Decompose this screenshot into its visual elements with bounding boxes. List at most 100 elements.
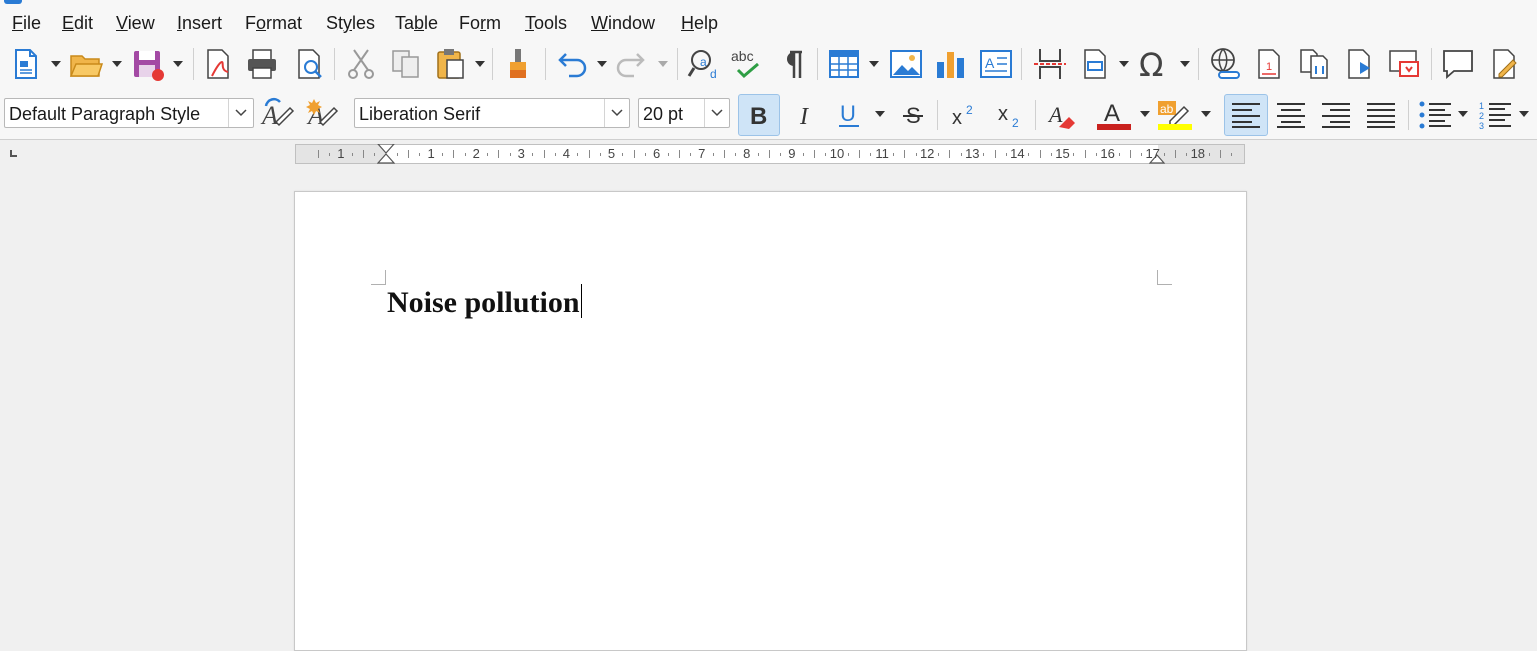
open-dropdown-icon[interactable]: [112, 60, 122, 68]
highlight-dropdown-icon[interactable]: [1201, 110, 1211, 118]
menu-tools[interactable]: Tools: [525, 13, 567, 34]
paragraph-style-box[interactable]: Default Paragraph Style: [4, 98, 254, 128]
insert-field-icon[interactable]: [1078, 46, 1114, 82]
undo-dropdown-icon[interactable]: [597, 60, 607, 68]
redo-dropdown-icon[interactable]: [658, 60, 668, 68]
font-name-box[interactable]: Liberation Serif: [354, 98, 630, 128]
update-style-icon[interactable]: A: [260, 96, 296, 132]
bold-button[interactable]: B: [738, 94, 780, 136]
page-break-icon[interactable]: [1032, 46, 1068, 82]
title-strip: [0, 0, 1537, 8]
font-color-button[interactable]: A: [1092, 94, 1134, 136]
insert-textbox-icon[interactable]: A: [978, 46, 1014, 82]
chevron-down-icon[interactable]: [704, 99, 729, 127]
export-pdf-icon[interactable]: [200, 46, 236, 82]
menu-form[interactable]: Form: [459, 13, 501, 34]
cross-reference-icon[interactable]: [1297, 46, 1333, 82]
font-size-box[interactable]: 20 pt: [638, 98, 730, 128]
ruler-tick: [487, 153, 489, 156]
menu-table[interactable]: Table: [395, 13, 438, 34]
chevron-down-icon[interactable]: [228, 99, 253, 127]
bookmark-icon[interactable]: [1342, 46, 1378, 82]
special-character-icon[interactable]: Ω: [1137, 46, 1173, 82]
align-left-button[interactable]: [1224, 94, 1268, 136]
insert-caption-icon[interactable]: [1386, 46, 1422, 82]
footnote-icon[interactable]: 1: [1252, 46, 1288, 82]
menu-window[interactable]: Window: [591, 13, 655, 34]
underline-button[interactable]: U: [828, 94, 870, 136]
new-style-icon[interactable]: A: [304, 96, 340, 132]
numbered-list-dropdown-icon[interactable]: [1519, 110, 1529, 118]
horizontal-ruler[interactable]: 1 1 2 3 4 5 6 7 8 9 10 11 12 13 14 15 16 17 18: [295, 144, 1245, 164]
bullet-list-dropdown-icon[interactable]: [1458, 110, 1468, 118]
table-dropdown-icon[interactable]: [869, 60, 879, 68]
paste-dropdown-icon[interactable]: [475, 60, 485, 68]
insert-image-icon[interactable]: [888, 46, 924, 82]
menu-file[interactable]: File: [12, 13, 41, 34]
subscript-button[interactable]: x2: [990, 94, 1032, 136]
chevron-down-icon[interactable]: [604, 99, 629, 127]
document-heading[interactable]: Noise pollution: [387, 284, 582, 320]
ruler-tick: [1174, 150, 1176, 158]
menu-styles[interactable]: Styles: [326, 13, 375, 34]
svg-text:3: 3: [1479, 121, 1484, 130]
menu-view[interactable]: View: [116, 13, 155, 34]
tab-stop-selector[interactable]: [10, 150, 17, 157]
numbered-list-button[interactable]: 123: [1474, 94, 1516, 136]
undo-icon[interactable]: [553, 46, 589, 82]
copy-icon[interactable]: [388, 46, 424, 82]
special-character-dropdown-icon[interactable]: [1180, 60, 1190, 68]
field-dropdown-icon[interactable]: [1119, 60, 1129, 68]
spelling-icon[interactable]: abc: [730, 46, 766, 82]
ruler-tick: [1118, 153, 1120, 156]
ruler-tick: [1141, 153, 1143, 156]
ruler-tick: [960, 153, 962, 156]
separator: [1408, 100, 1409, 130]
save-dropdown-icon[interactable]: [173, 60, 183, 68]
paste-icon[interactable]: [433, 46, 469, 82]
ruler-tick: [1129, 150, 1131, 158]
menu-mnemonic: r: [480, 13, 487, 33]
clear-formatting-button[interactable]: A: [1041, 94, 1083, 136]
new-dropdown-icon[interactable]: [51, 60, 61, 68]
insert-table-icon[interactable]: [827, 46, 863, 82]
cut-icon[interactable]: [343, 46, 379, 82]
insert-chart-icon[interactable]: [933, 46, 969, 82]
italic-button[interactable]: I: [785, 94, 827, 136]
document-page[interactable]: Noise pollution: [294, 191, 1247, 651]
comment-icon[interactable]: [1440, 46, 1476, 82]
highlight-color-button[interactable]: ab: [1154, 94, 1196, 136]
font-color-dropdown-icon[interactable]: [1140, 110, 1150, 118]
menu-insert[interactable]: Insert: [177, 13, 222, 34]
hyperlink-icon[interactable]: [1207, 46, 1243, 82]
print-preview-icon[interactable]: [292, 46, 328, 82]
ruler-tick: [904, 150, 906, 158]
redo-icon[interactable]: [614, 46, 650, 82]
svg-text:d: d: [710, 67, 717, 81]
bullet-list-button[interactable]: [1414, 94, 1456, 136]
ruler-tick: [915, 153, 917, 156]
menu-format[interactable]: Format: [245, 13, 302, 34]
indent-marker-icon[interactable]: [377, 144, 395, 164]
clone-formatting-icon[interactable]: [501, 46, 537, 82]
align-right-button[interactable]: [1315, 94, 1357, 136]
superscript-button[interactable]: x2: [944, 94, 986, 136]
formatting-marks-icon[interactable]: [774, 46, 810, 82]
save-icon[interactable]: [130, 46, 166, 82]
menu-help[interactable]: Help: [681, 13, 718, 34]
ruler-tick: [363, 150, 365, 158]
strikethrough-button[interactable]: S: [892, 94, 934, 136]
ruler-number: 7: [698, 146, 706, 161]
ruler-tick: [408, 150, 410, 158]
menu-edit[interactable]: Edit: [62, 13, 93, 34]
underline-dropdown-icon[interactable]: [875, 110, 885, 118]
ruler-tick: [644, 153, 646, 156]
new-document-icon[interactable]: [8, 46, 44, 82]
find-replace-icon[interactable]: ad: [686, 46, 722, 82]
ruler-tick: [543, 150, 545, 158]
track-changes-icon[interactable]: [1487, 46, 1523, 82]
align-center-button[interactable]: [1270, 94, 1312, 136]
justify-button[interactable]: [1360, 94, 1402, 136]
open-folder-icon[interactable]: [68, 46, 104, 82]
print-icon[interactable]: [244, 46, 280, 82]
